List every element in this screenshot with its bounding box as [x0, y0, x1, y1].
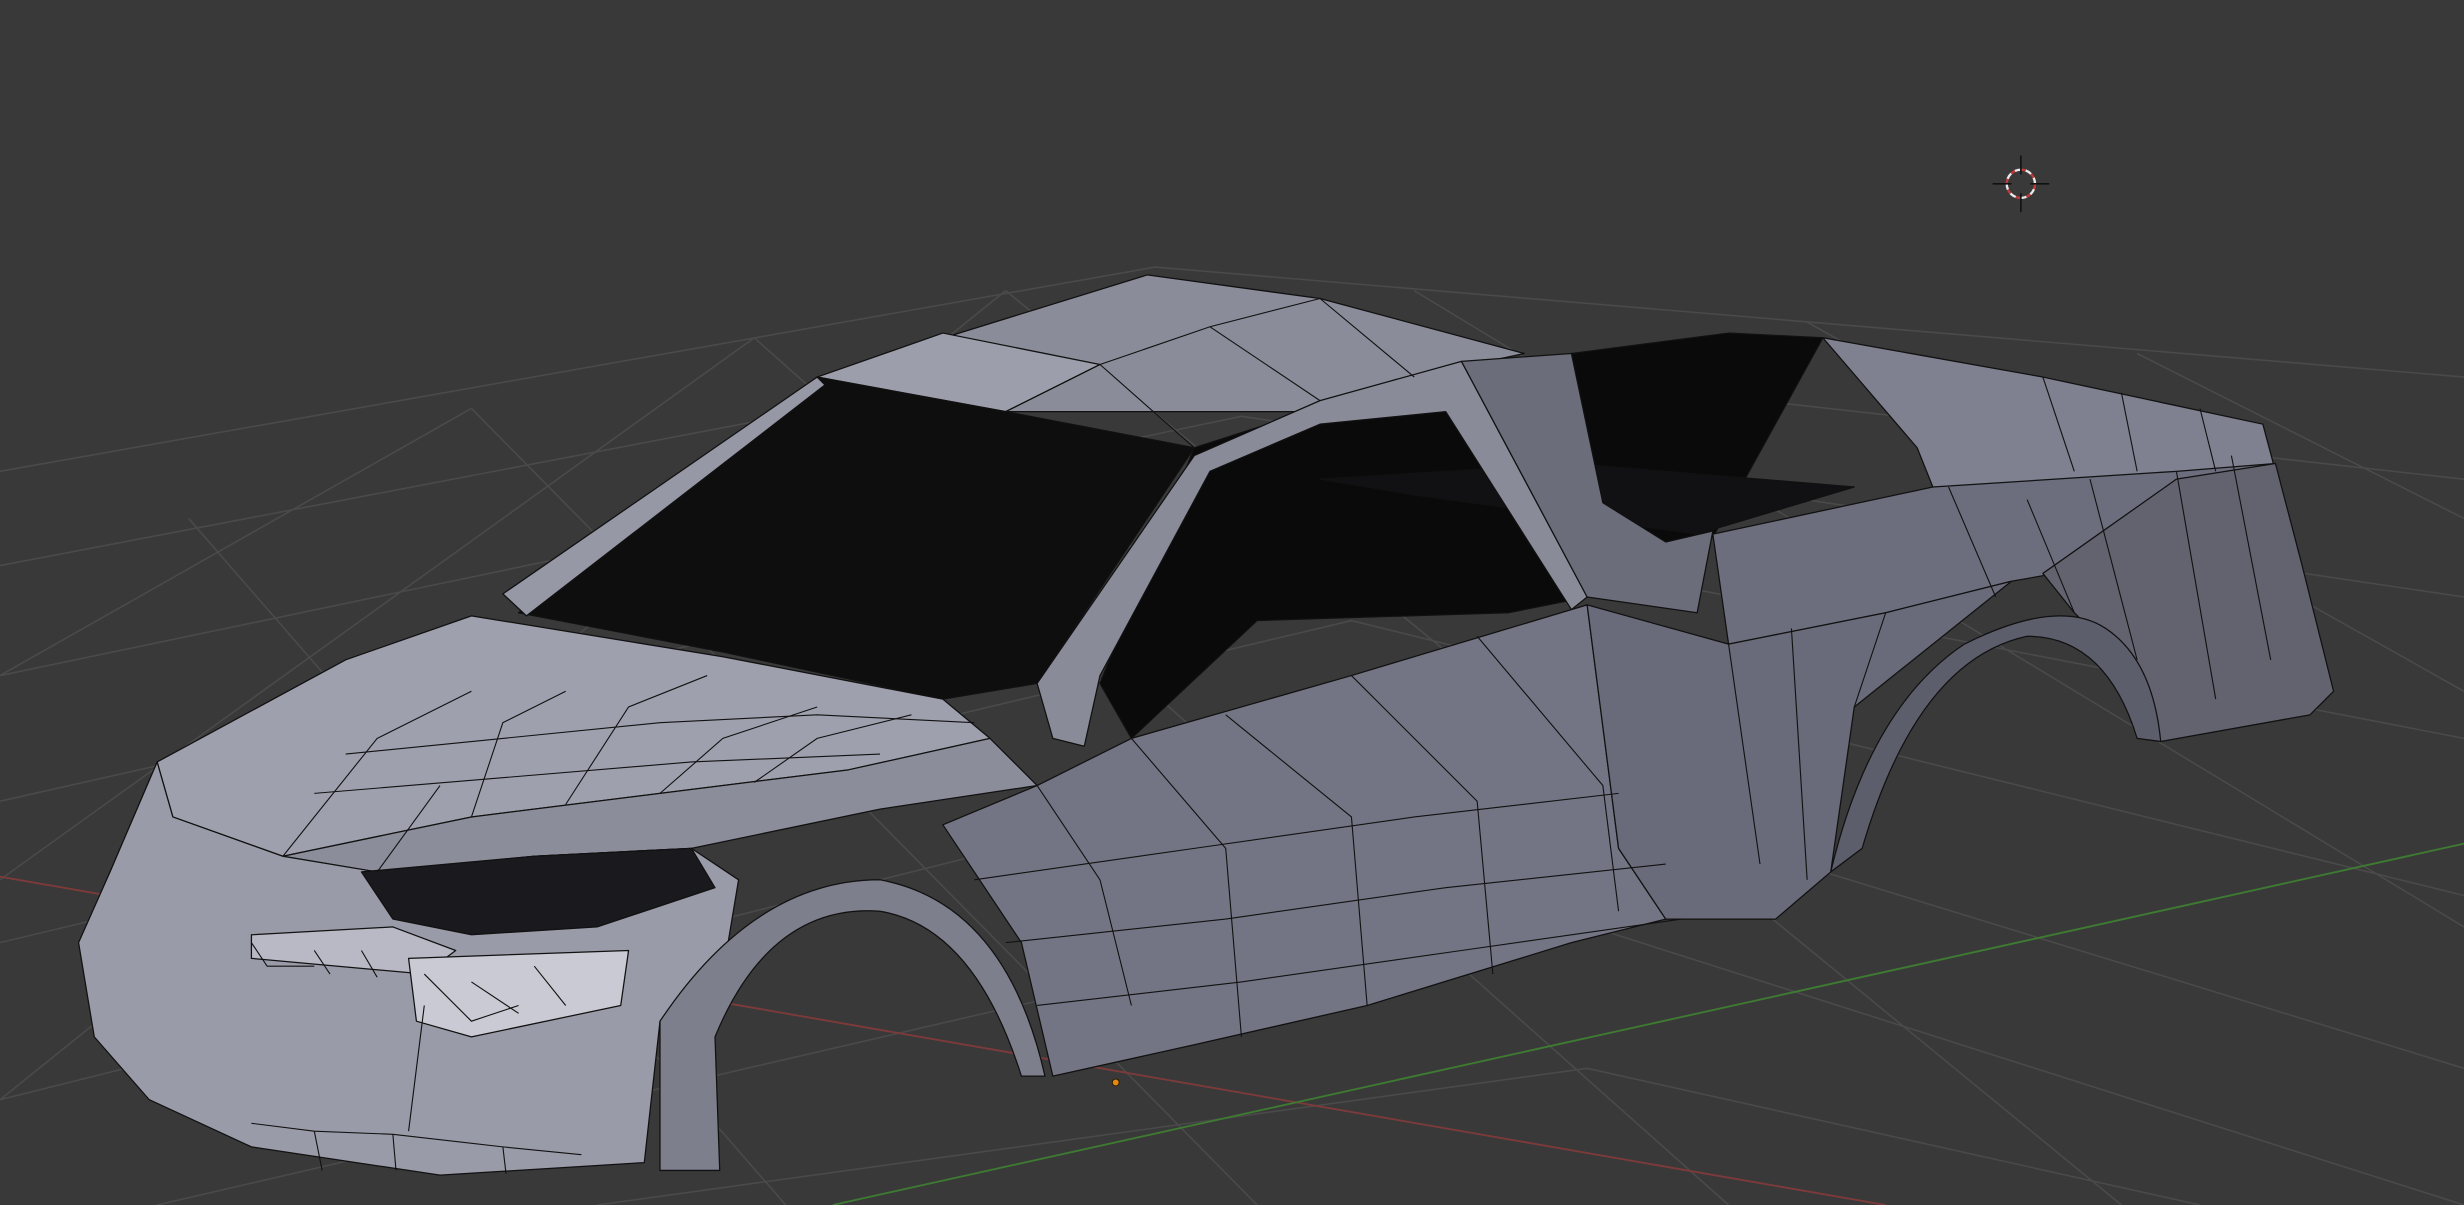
viewport-scene[interactable]: [0, 0, 2464, 1205]
3d-viewport[interactable]: [0, 0, 2464, 1205]
3d-cursor-icon[interactable]: [1992, 155, 2050, 213]
car-body-mesh[interactable]: [77, 274, 2335, 1176]
object-origin-icon[interactable]: [1111, 1078, 1120, 1087]
